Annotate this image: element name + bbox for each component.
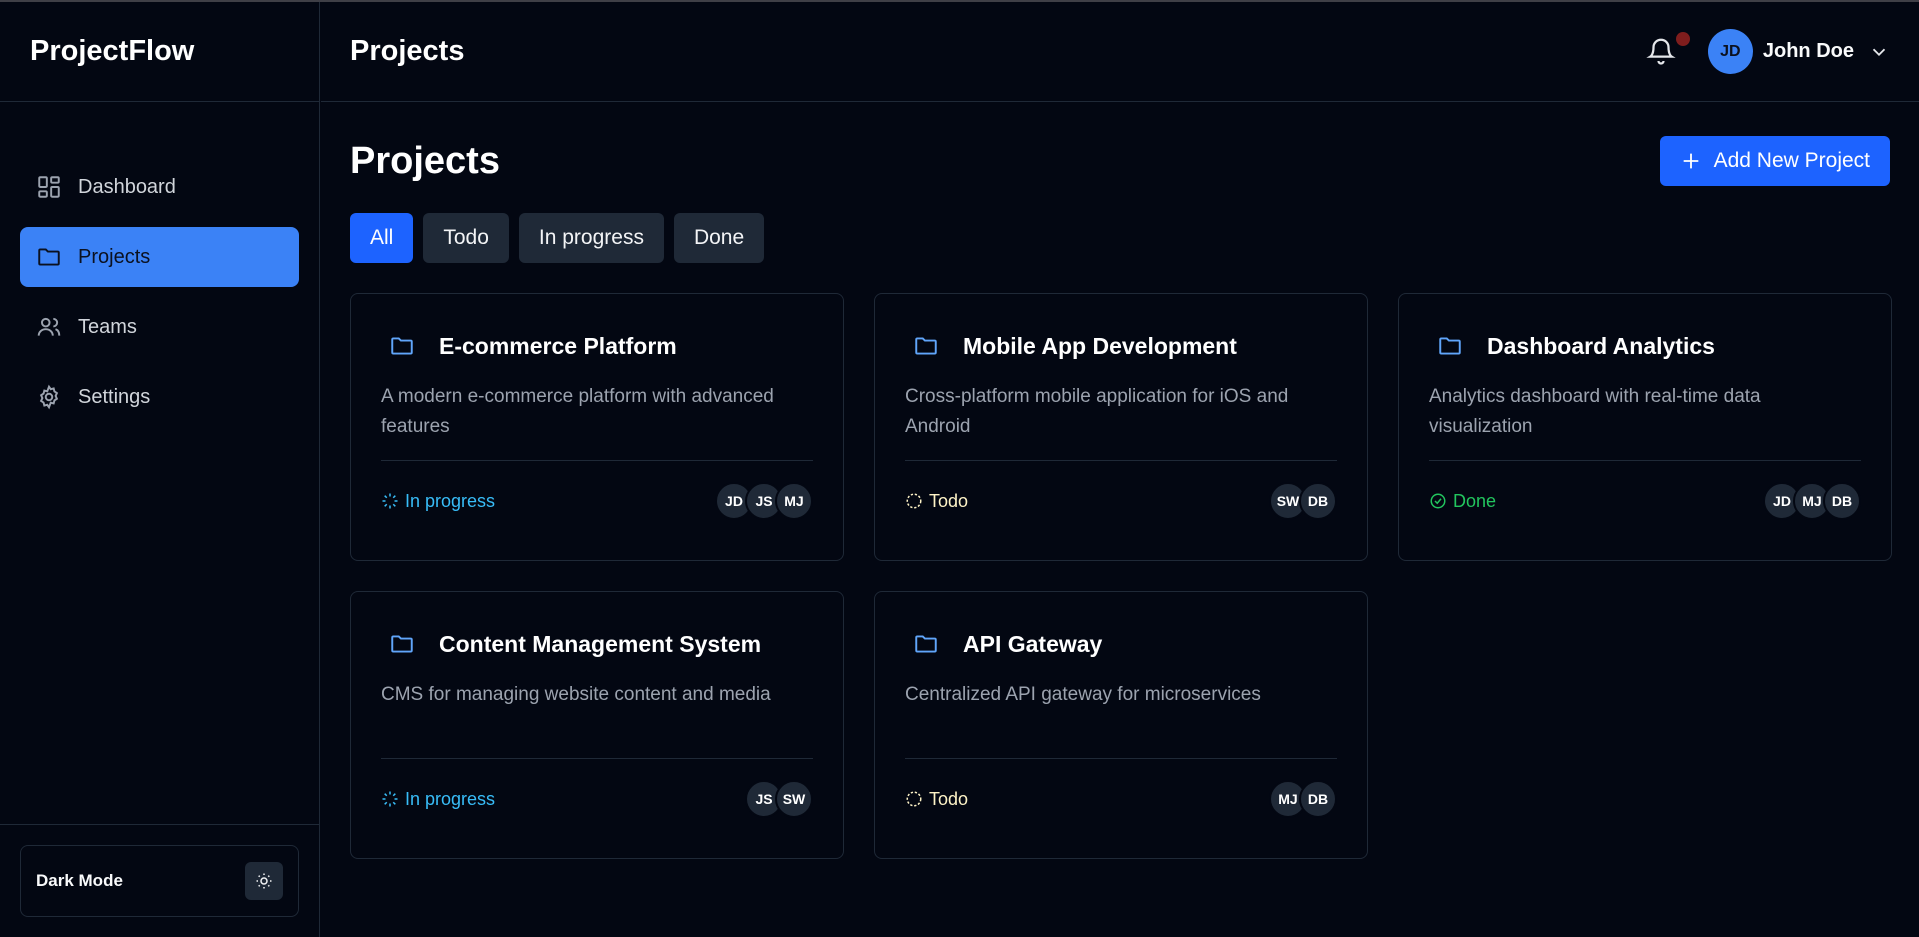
folder-icon bbox=[391, 635, 413, 653]
project-card-footer: Todo SW DB bbox=[905, 461, 1337, 541]
sun-icon bbox=[256, 873, 272, 889]
add-project-button[interactable]: Add New Project bbox=[1659, 136, 1890, 186]
member-avatar: MJ bbox=[775, 482, 813, 520]
project-card-footer: Done JD MJ DB bbox=[1429, 461, 1861, 541]
project-card-footer: In progress JD JS MJ bbox=[381, 461, 813, 541]
status-badge: In progress bbox=[381, 789, 495, 810]
sidebar-item-dashboard[interactable]: Dashboard bbox=[20, 157, 299, 217]
project-title: Content Management System bbox=[439, 630, 762, 657]
dashboard-icon bbox=[38, 176, 60, 198]
project-card-header: Content Management System bbox=[381, 622, 813, 666]
project-description: A modern e-commerce platform with advanc… bbox=[381, 382, 813, 461]
status-label: Done bbox=[1453, 490, 1497, 511]
sidebar-item-label: Dashboard bbox=[78, 175, 176, 198]
status-badge: In progress bbox=[381, 491, 495, 512]
brand-logo: ProjectFlow bbox=[0, 2, 319, 102]
filter-in-progress[interactable]: In progress bbox=[518, 213, 664, 263]
project-card-header: E-commerce Platform bbox=[381, 324, 813, 368]
status-label: In progress bbox=[405, 490, 496, 511]
dark-mode-panel: Dark Mode bbox=[20, 845, 299, 917]
sidebar-item-label: Teams bbox=[78, 315, 137, 338]
status-badge: Todo bbox=[905, 491, 968, 512]
add-project-label: Add New Project bbox=[1713, 149, 1870, 172]
member-avatars: JD MJ DB bbox=[1763, 482, 1861, 520]
folder-icon bbox=[38, 248, 60, 266]
project-card[interactable]: Dashboard Analytics Analytics dashboard … bbox=[1398, 293, 1892, 561]
page-title: Projects bbox=[350, 139, 500, 182]
status-label: Todo bbox=[929, 490, 969, 511]
project-card-footer: In progress JS SW bbox=[381, 759, 813, 839]
folder-icon bbox=[915, 337, 937, 355]
project-card[interactable]: API Gateway Centralized API gateway for … bbox=[874, 591, 1368, 859]
member-avatar: DB bbox=[1299, 482, 1337, 520]
sidebar-item-label: Settings bbox=[78, 385, 151, 408]
sidebar-footer: Dark Mode bbox=[0, 824, 319, 937]
gear-icon bbox=[39, 384, 59, 410]
status-filter-tabs: All Todo In progress Done bbox=[350, 213, 1890, 263]
header-title: Projects bbox=[350, 35, 465, 67]
avatar: JD bbox=[1707, 29, 1753, 74]
page-header: Projects Add New Project bbox=[350, 102, 1890, 212]
status-badge: Todo bbox=[905, 789, 968, 810]
filter-done[interactable]: Done bbox=[673, 213, 765, 263]
notification-dot bbox=[1675, 31, 1690, 46]
sidebar: ProjectFlow Dashboard Projects Teams Set… bbox=[0, 2, 320, 937]
user-menu[interactable]: JD John Doe bbox=[1707, 29, 1890, 74]
folder-icon bbox=[1439, 337, 1461, 355]
status-label: In progress bbox=[405, 788, 496, 809]
dashed-circle-icon bbox=[906, 493, 922, 509]
dark-mode-toggle[interactable] bbox=[245, 862, 283, 900]
loader-icon bbox=[382, 791, 398, 807]
filter-all[interactable]: All bbox=[350, 213, 414, 263]
project-grid: E-commerce Platform A modern e-commerce … bbox=[350, 293, 1892, 859]
project-card-footer: Todo MJ DB bbox=[905, 759, 1337, 839]
project-description: CMS for managing website content and med… bbox=[381, 680, 813, 759]
project-description: Cross-platform mobile application for iO… bbox=[905, 382, 1337, 461]
plus-icon bbox=[1683, 153, 1698, 169]
member-avatar: DB bbox=[1299, 780, 1337, 818]
project-card-header: API Gateway bbox=[905, 622, 1337, 666]
project-title: E-commerce Platform bbox=[439, 332, 677, 359]
dark-mode-label: Dark Mode bbox=[36, 871, 123, 890]
member-avatars: SW DB bbox=[1269, 482, 1337, 520]
project-card[interactable]: E-commerce Platform A modern e-commerce … bbox=[350, 293, 844, 561]
project-description: Analytics dashboard with real-time data … bbox=[1429, 382, 1861, 461]
status-label: Todo bbox=[929, 788, 969, 809]
notifications-button[interactable] bbox=[1646, 31, 1690, 68]
status-badge: Done bbox=[1429, 491, 1496, 512]
sidebar-item-teams[interactable]: Teams bbox=[20, 297, 299, 357]
project-title: Dashboard Analytics bbox=[1487, 332, 1715, 359]
check-circle-icon bbox=[1430, 493, 1446, 509]
main-content: Projects Add New Project All Todo In pro… bbox=[350, 102, 1892, 859]
dashed-circle-icon bbox=[906, 791, 922, 807]
sidebar-nav: Dashboard Projects Teams Settings bbox=[0, 102, 319, 437]
filter-todo[interactable]: Todo bbox=[423, 213, 509, 263]
project-card-header: Dashboard Analytics bbox=[1429, 324, 1861, 368]
sidebar-item-projects[interactable]: Projects bbox=[20, 227, 299, 287]
sidebar-item-settings[interactable]: Settings bbox=[20, 367, 299, 427]
project-card-header: Mobile App Development bbox=[905, 324, 1337, 368]
member-avatars: JD JS MJ bbox=[715, 482, 813, 520]
member-avatars: JS SW bbox=[745, 780, 813, 818]
loader-icon bbox=[382, 493, 398, 509]
project-card[interactable]: Mobile App Development Cross-platform mo… bbox=[874, 293, 1368, 561]
member-avatar: DB bbox=[1823, 482, 1861, 520]
project-description: Centralized API gateway for microservice… bbox=[905, 680, 1337, 759]
project-title: API Gateway bbox=[963, 630, 1103, 657]
top-header: Projects JD John Doe bbox=[321, 2, 1919, 102]
sidebar-item-label: Projects bbox=[78, 245, 151, 268]
project-card[interactable]: Content Management System CMS for managi… bbox=[350, 591, 844, 859]
user-name: John Doe bbox=[1762, 40, 1854, 62]
member-avatars: MJ DB bbox=[1269, 780, 1337, 818]
users-icon bbox=[37, 317, 61, 336]
folder-icon bbox=[391, 337, 413, 355]
project-title: Mobile App Development bbox=[963, 332, 1237, 359]
chevron-down-icon bbox=[1872, 48, 1886, 56]
member-avatar: SW bbox=[775, 780, 813, 818]
bell-icon bbox=[1646, 38, 1676, 65]
folder-icon bbox=[915, 635, 937, 653]
